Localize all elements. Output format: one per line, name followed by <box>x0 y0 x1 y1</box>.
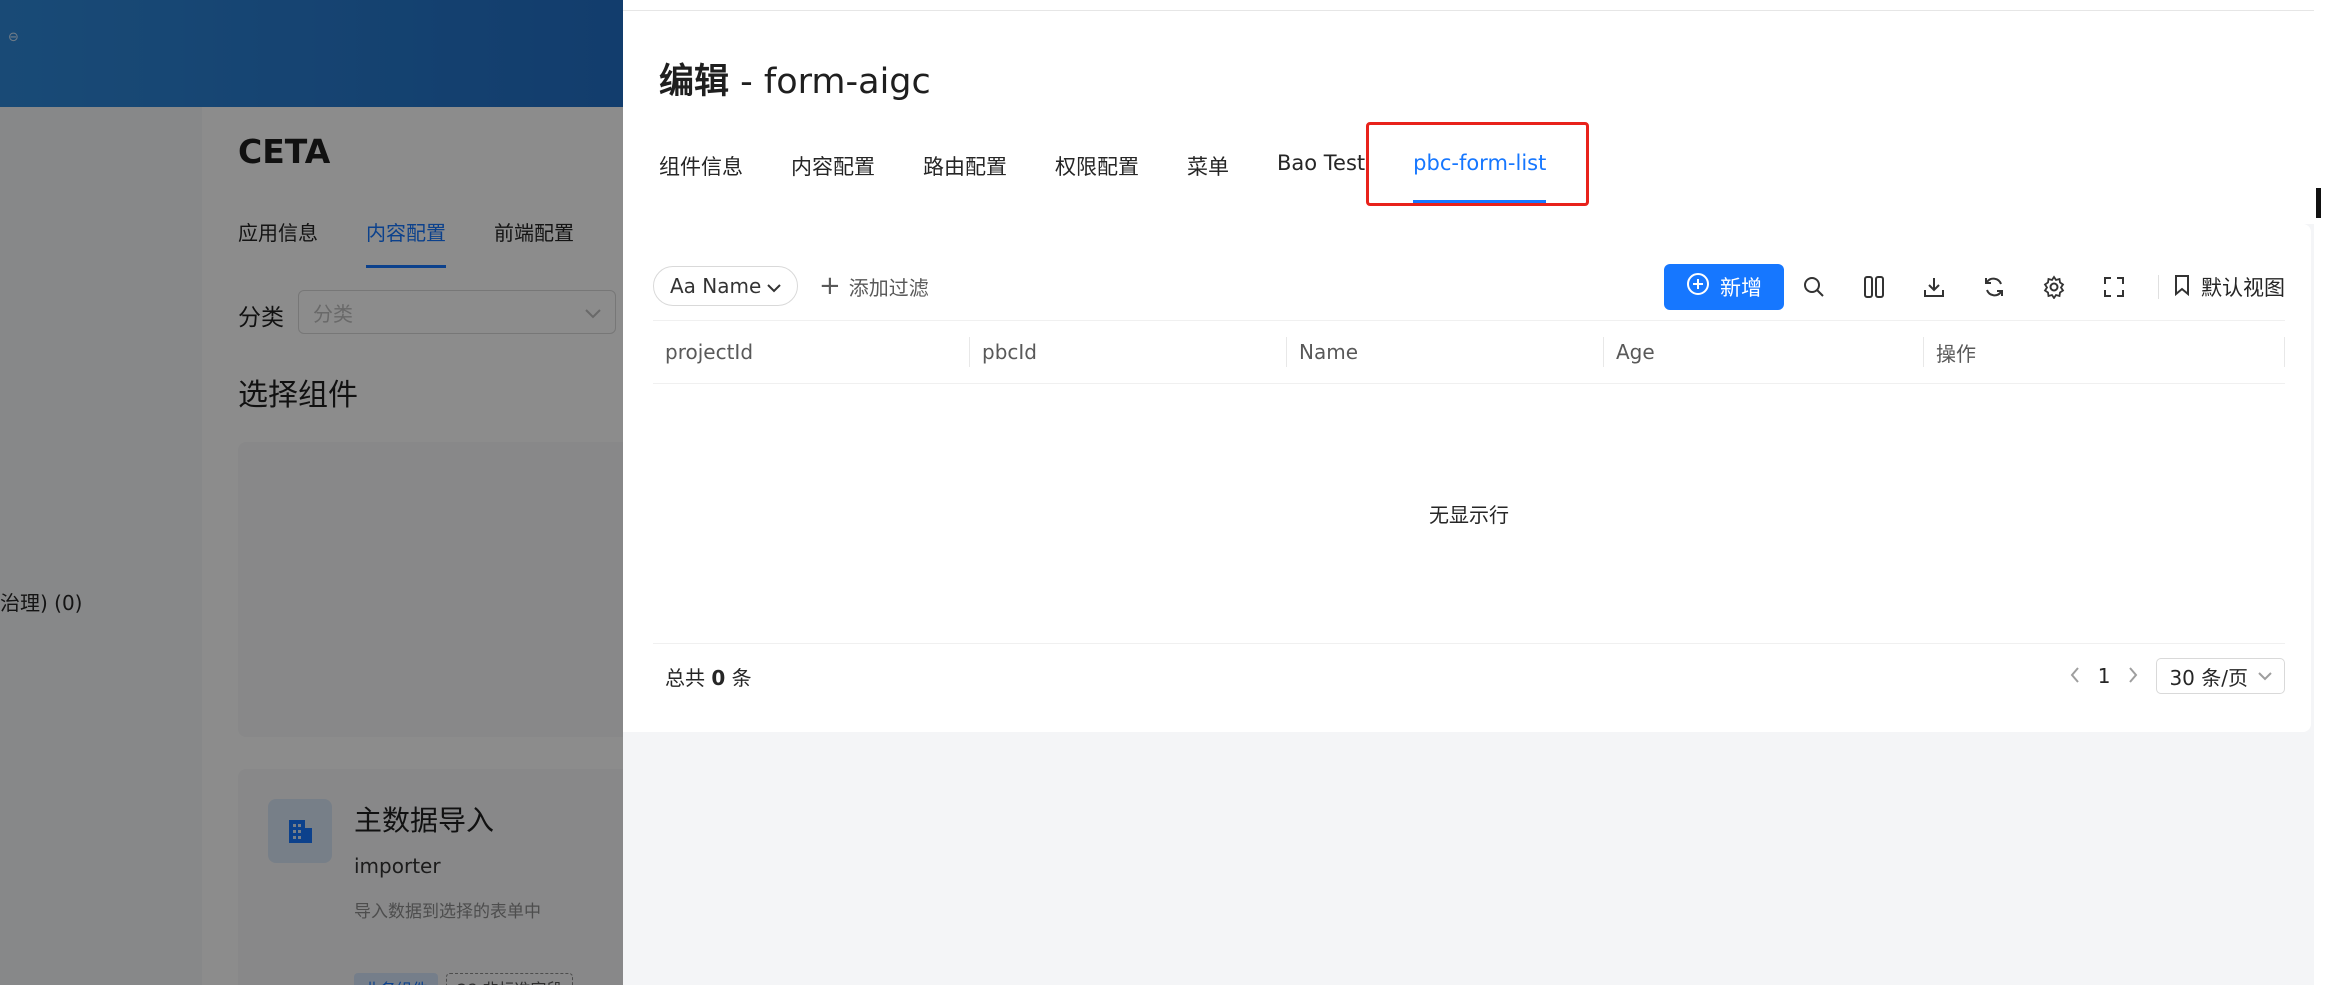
field-select-chip[interactable]: Aa Name <box>653 266 799 306</box>
total-prefix: 总共 <box>665 665 705 690</box>
toolbar-divider <box>2158 275 2159 299</box>
drawer-mask[interactable] <box>0 0 623 985</box>
table-empty-state: 无显示行 <box>653 384 2285 644</box>
default-view-label: 默认视图 <box>2201 276 2285 300</box>
table-header: projectId pbcId Name Age 操作 <box>653 320 2285 384</box>
download-icon[interactable] <box>1904 264 1964 310</box>
gear-icon[interactable] <box>2024 264 2084 310</box>
search-icon[interactable] <box>1784 264 1844 310</box>
tab-content-config[interactable]: 内容配置 <box>791 151 875 203</box>
bookmark-icon <box>2173 274 2191 301</box>
tab-route-config[interactable]: 路由配置 <box>923 151 1007 203</box>
tab-permission-config[interactable]: 权限配置 <box>1055 151 1139 203</box>
drawer-title-name: form-aigc <box>763 62 931 102</box>
drawer-title: 编辑 - form-aigc <box>659 53 931 104</box>
new-button-label: 新增 <box>1720 276 1762 300</box>
toolbar-actions: 新增 默认视图 <box>1664 264 2291 310</box>
field-select-label: Aa Name <box>670 274 762 298</box>
scrollbar-thumb[interactable] <box>2316 188 2321 218</box>
new-button[interactable]: 新增 <box>1664 264 1784 310</box>
list-toolbar: Aa Name + 添加过滤 新增 默认视图 <box>653 264 2291 314</box>
page-size-value: 30 条/页 <box>2169 665 2248 690</box>
fullscreen-icon[interactable] <box>2084 264 2144 310</box>
column-header-age[interactable]: Age <box>1604 321 1924 383</box>
chevron-down-icon <box>2258 671 2272 680</box>
right-edge-strip <box>2314 0 2331 985</box>
column-header-actions[interactable]: 操作 <box>1924 321 2285 383</box>
column-header-pbcid[interactable]: pbcId <box>970 321 1287 383</box>
tab-menu[interactable]: 菜单 <box>1187 151 1229 203</box>
page-size-select[interactable]: 30 条/页 <box>2156 658 2285 694</box>
drawer-header: 编辑 - form-aigc 组件信息 内容配置 路由配置 权限配置 菜单 Ba… <box>623 11 2314 224</box>
current-page[interactable]: 1 <box>2098 664 2111 688</box>
data-table: projectId pbcId Name Age 操作 无显示行 <box>653 320 2285 644</box>
table-footer: 总共 0 条 1 30 条/页 <box>653 654 2285 698</box>
next-page-icon[interactable] <box>2128 664 2138 688</box>
drawer-title-action: 编辑 <box>659 62 730 102</box>
default-view-button[interactable]: 默认视图 <box>2173 272 2291 302</box>
tab-highlight-box <box>1366 122 1589 206</box>
drawer-top-border <box>623 0 2314 11</box>
tab-component-info[interactable]: 组件信息 <box>659 151 743 203</box>
total-suffix: 条 <box>731 665 752 690</box>
drawer-title-separator: - <box>729 62 764 102</box>
chevron-down-icon <box>767 274 782 298</box>
columns-icon[interactable] <box>1844 264 1904 310</box>
refresh-icon[interactable] <box>1964 264 2024 310</box>
list-card: Aa Name + 添加过滤 新增 默认视图 projectId pbcId N… <box>623 224 2311 732</box>
plus-icon: + <box>819 271 841 301</box>
column-header-projectid[interactable]: projectId <box>653 321 970 383</box>
plus-circle-icon <box>1686 272 1710 302</box>
add-filter-button[interactable]: + 添加过滤 <box>819 266 929 306</box>
pagination: 1 30 条/页 <box>2070 658 2285 694</box>
total-count: 总共 0 条 <box>653 662 752 691</box>
prev-page-icon[interactable] <box>2070 664 2080 688</box>
add-filter-label: 添加过滤 <box>848 275 929 300</box>
edit-drawer: 编辑 - form-aigc 组件信息 内容配置 路由配置 权限配置 菜单 Ba… <box>623 0 2314 985</box>
column-header-name[interactable]: Name <box>1287 321 1604 383</box>
total-value: 0 <box>711 665 726 690</box>
tab-bao-test[interactable]: Bao Test <box>1277 151 1365 203</box>
